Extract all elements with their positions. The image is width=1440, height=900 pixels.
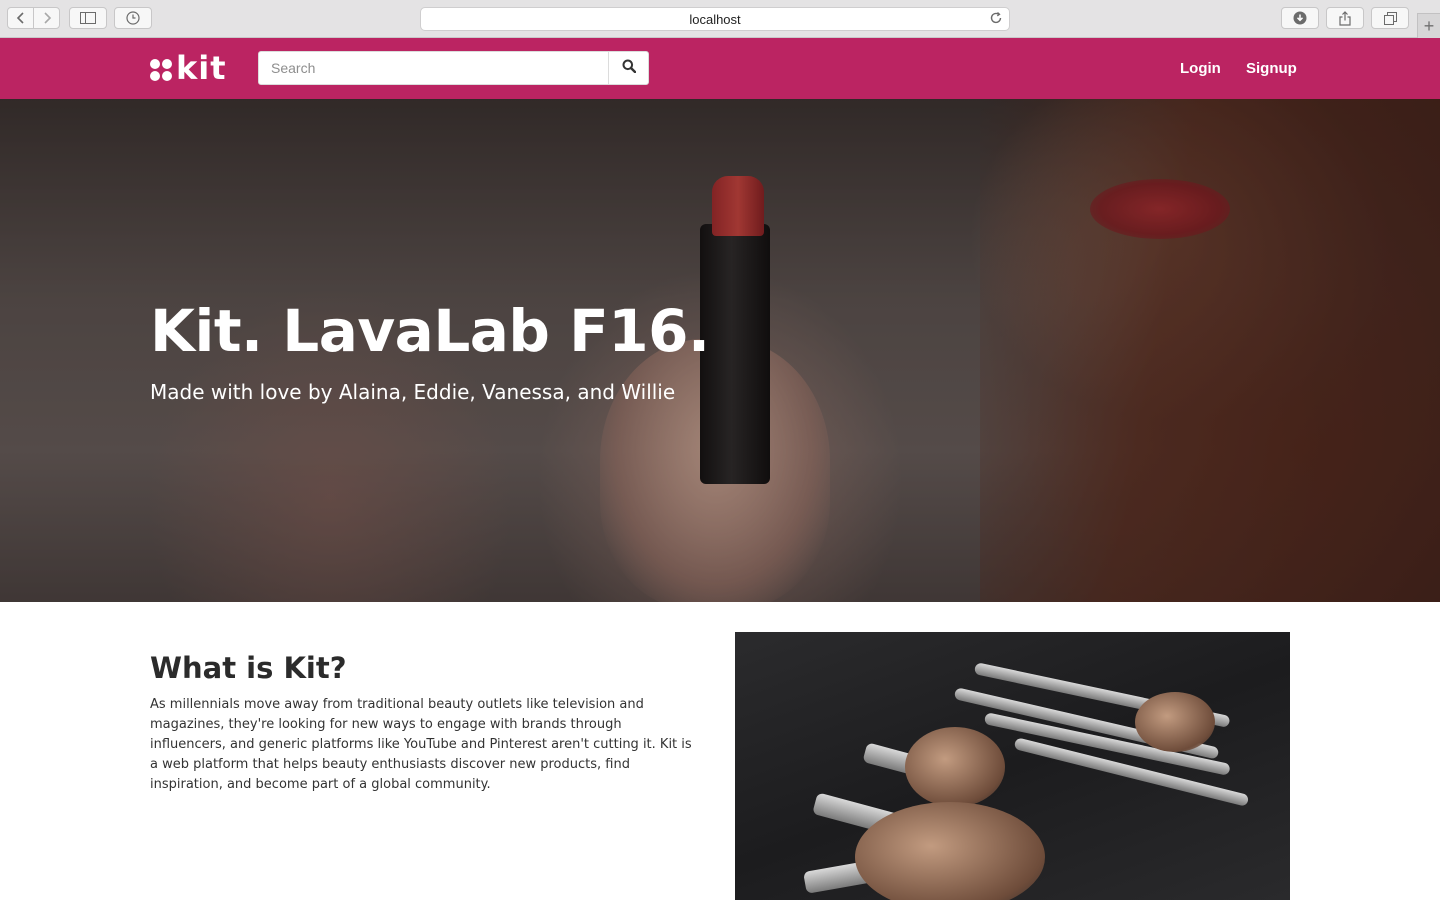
share-button[interactable]	[1326, 7, 1364, 29]
sidebar-toggle-button[interactable]	[69, 7, 107, 29]
downloads-button[interactable]	[1281, 7, 1319, 29]
back-button[interactable]	[7, 7, 34, 29]
share-icon	[1339, 10, 1351, 26]
hero-subtitle: Made with love by Alaina, Eddie, Vanessa…	[150, 380, 676, 404]
search-input[interactable]	[259, 52, 609, 84]
hero-title: Kit. LavaLab F16.	[150, 297, 710, 365]
about-description: As millennials move away from traditiona…	[150, 697, 692, 792]
search-bar	[258, 51, 649, 85]
browser-toolbar: localhost +	[0, 0, 1440, 38]
url-text: localhost	[689, 12, 741, 27]
sidebar-icon	[80, 12, 96, 24]
new-tab-button[interactable]: +	[1417, 13, 1440, 38]
search-button[interactable]	[608, 52, 648, 84]
forward-button[interactable]	[33, 7, 60, 29]
chevron-right-icon	[42, 11, 52, 25]
tabs-overview-button[interactable]	[1371, 7, 1409, 29]
signup-link[interactable]: Signup	[1246, 60, 1297, 77]
download-icon	[1293, 11, 1307, 25]
reload-icon[interactable]	[989, 11, 1003, 30]
plus-icon: +	[1423, 15, 1435, 36]
brand-logo[interactable]: kit	[150, 49, 227, 87]
clock-icon	[126, 11, 140, 25]
chevron-left-icon	[16, 11, 26, 25]
history-button[interactable]	[114, 7, 152, 29]
makeup-brushes-image	[735, 632, 1290, 900]
address-bar[interactable]: localhost	[420, 7, 1010, 31]
about-heading: What is Kit?	[150, 651, 347, 685]
brand-name: kit	[176, 49, 227, 87]
login-link[interactable]: Login	[1180, 60, 1221, 77]
tabs-icon	[1383, 11, 1397, 25]
logo-dots-icon	[150, 59, 172, 81]
magnifier-icon	[622, 59, 636, 78]
